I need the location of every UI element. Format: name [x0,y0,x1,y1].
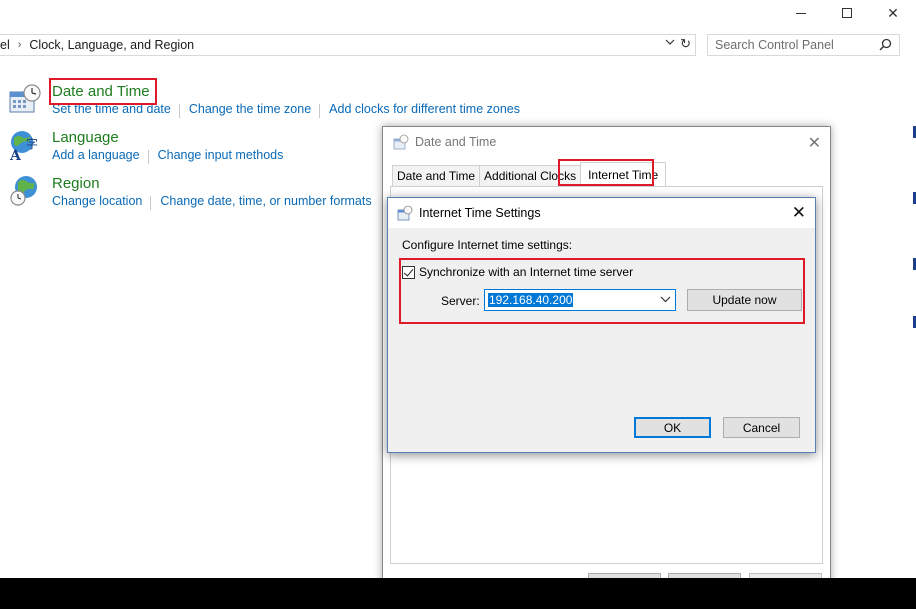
close-icon[interactable]: ✕ [792,203,806,223]
breadcrumb-partial[interactable]: el [0,38,10,52]
category-title[interactable]: Region [52,174,380,194]
address-bar[interactable]: el › Clock, Language, and Region ↻ [0,34,696,56]
date-time-icon [393,134,409,150]
link-change-formats[interactable]: Change date, time, or number formats [160,194,379,210]
maximize-icon [842,8,852,18]
close-icon[interactable]: ✕ [808,133,821,153]
link-divider [147,150,149,164]
search-icon[interactable] [879,38,892,51]
close-icon: ✕ [887,4,899,21]
link-add-language[interactable]: Add a language [52,148,148,164]
date-time-icon [9,84,41,113]
region-icon [10,176,37,206]
search-input[interactable]: Search Control Panel [707,34,900,56]
svg-text:字: 字 [26,136,38,151]
maximize-button[interactable] [824,0,870,26]
config-label: Configure Internet time settings: [402,238,573,252]
ok-button[interactable]: OK [634,417,711,438]
address-dropdown-icon[interactable] [665,37,675,50]
category-language: A 字 Language Add a language Change input… [8,128,291,164]
refresh-icon[interactable]: ↻ [680,36,691,52]
search-placeholder: Search Control Panel [715,38,834,52]
internet-time-settings-dialog: Internet Time Settings ✕ Configure Inter… [387,197,816,453]
link-change-input-methods[interactable]: Change input methods [158,148,292,164]
link-change-time-zone[interactable]: Change the time zone [189,102,319,118]
breadcrumb-separator-icon: › [17,39,22,51]
window-controls: ✕ [778,0,916,26]
close-window-button[interactable]: ✕ [870,0,916,26]
highlight-date-and-time [49,78,157,105]
category-title[interactable]: Language [52,128,291,148]
dialog-titlebar[interactable]: Date and Time ✕ [383,127,830,157]
link-divider [150,196,152,210]
date-time-icon [397,205,413,221]
link-add-clocks[interactable]: Add clocks for different time zones [329,102,528,118]
taskbar [0,578,916,609]
highlight-sync-settings [399,258,805,324]
svg-text:A: A [9,148,22,162]
dialog-titlebar[interactable]: Internet Time Settings ✕ [388,198,815,228]
link-divider [178,104,180,118]
minimize-icon [796,12,806,14]
dialog-title: Date and Time [415,135,497,149]
highlight-internet-time-tab [558,159,654,186]
language-icon: A 字 [9,131,38,162]
minimize-button[interactable] [778,0,824,26]
breadcrumb-current[interactable]: Clock, Language, and Region [29,38,194,52]
tab-date-and-time[interactable]: Date and Time [392,165,481,186]
category-region: Region Change location Change date, time… [8,174,380,210]
link-divider [319,104,321,118]
dialog-title: Internet Time Settings [419,206,541,220]
cancel-button[interactable]: Cancel [723,417,800,438]
link-change-location[interactable]: Change location [52,194,150,210]
